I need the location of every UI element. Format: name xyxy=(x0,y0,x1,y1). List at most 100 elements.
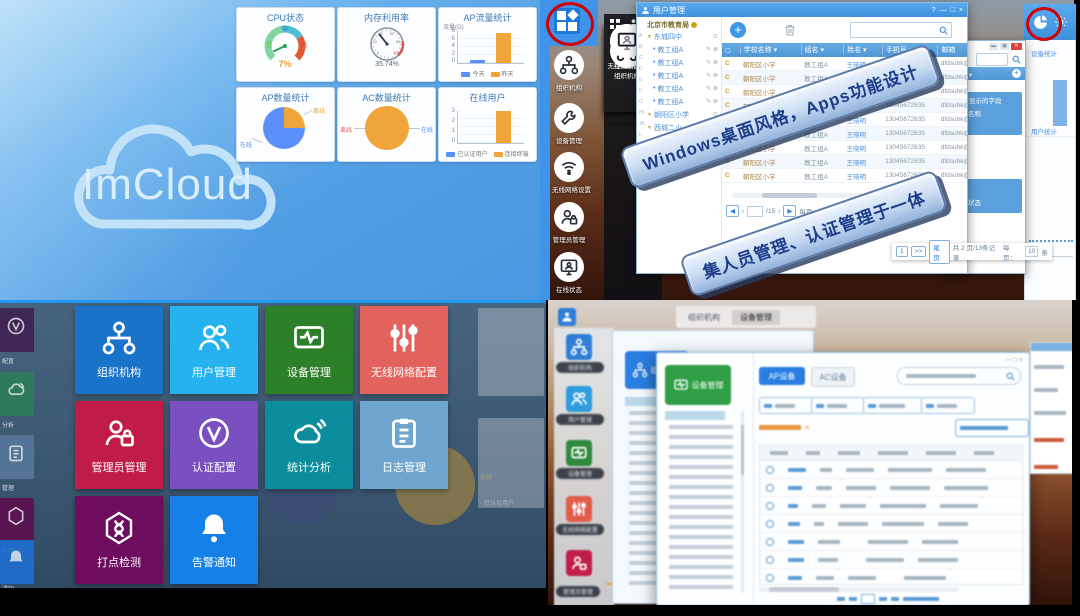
dna-hexagon-icon xyxy=(101,510,137,546)
desktop-icon-online[interactable]: 在线状态 xyxy=(552,252,586,294)
vertical-scrollbar[interactable] xyxy=(741,411,744,593)
window-title: 用户管理 xyxy=(653,5,685,16)
stats-item-device[interactable]: 设备统计 xyxy=(1025,40,1075,58)
add-column-icon[interactable]: + xyxy=(1012,69,1021,78)
search-icon[interactable] xyxy=(1012,55,1021,64)
sidebar-icon-users[interactable] xyxy=(566,386,592,412)
search-icon[interactable] xyxy=(1006,372,1015,381)
per-page-input[interactable]: 10 xyxy=(1025,246,1039,257)
sidebar-icon-wireless[interactable] xyxy=(566,496,592,522)
tile-probe[interactable]: 打点检测 xyxy=(75,496,163,584)
sidebar-icon-devices[interactable] xyxy=(566,440,592,466)
device-search-input[interactable] xyxy=(897,367,1021,385)
search-input[interactable] xyxy=(850,22,952,38)
device-panel-header[interactable]: 设备管理 xyxy=(665,365,731,405)
tab-devices[interactable]: 设备管理 xyxy=(732,310,780,325)
last-page-button[interactable]: ▶ xyxy=(783,205,796,217)
tree-leaf[interactable]: •教工组A✎⊗ xyxy=(637,69,721,82)
ac-devices-button[interactable]: AC设备 xyxy=(811,367,855,387)
partial-tile[interactable] xyxy=(0,308,34,352)
device-table-header[interactable] xyxy=(760,446,1022,461)
tile-logs[interactable]: 日志管理 xyxy=(360,401,448,489)
action-button[interactable] xyxy=(811,397,865,414)
svg-text:0: 0 xyxy=(377,51,379,55)
tab-org[interactable]: 组织机构 xyxy=(680,310,728,325)
tree-leaf[interactable]: •教工组A✎⊗ xyxy=(637,82,721,95)
pie-label-online: 在线 xyxy=(421,125,433,134)
device-row[interactable] xyxy=(760,515,1022,533)
delete-users-icon[interactable] xyxy=(784,23,796,37)
partial-tile-label: 分析 xyxy=(2,420,14,429)
minimize-button[interactable]: — xyxy=(940,7,947,14)
ap-devices-button[interactable]: AP设备 xyxy=(759,367,805,385)
selected-filter-note[interactable]: × xyxy=(759,423,810,432)
partial-tile[interactable] xyxy=(0,540,34,584)
action-button[interactable] xyxy=(759,397,813,414)
next-pages-button[interactable]: >> xyxy=(911,246,927,257)
search-input[interactable] xyxy=(976,53,1008,66)
action-button[interactable] xyxy=(863,397,923,414)
last-page-button[interactable]: 尾页 xyxy=(929,240,950,264)
tile-org[interactable]: 组织机构 xyxy=(75,306,163,394)
tree-selection[interactable] xyxy=(665,411,725,420)
device-row[interactable] xyxy=(760,551,1022,569)
delete-icon[interactable]: ⊗ xyxy=(713,46,718,53)
edit-icon[interactable]: ✎ xyxy=(706,46,711,53)
faded-widget xyxy=(478,308,544,396)
edge-bar xyxy=(1072,300,1080,616)
tile-admins[interactable]: 管理员管理 xyxy=(75,401,163,489)
horizontal-scrollbar[interactable] xyxy=(759,587,959,592)
device-tree-rows[interactable] xyxy=(669,425,733,593)
tree-leaf[interactable]: •教工组A✎⊗ xyxy=(637,43,721,56)
device-row[interactable] xyxy=(760,569,1022,586)
device-row[interactable] xyxy=(760,461,1022,479)
partial-tile[interactable] xyxy=(0,498,34,542)
action-button[interactable] xyxy=(921,397,975,414)
page-number[interactable]: 1 xyxy=(896,246,908,257)
partial-tile-label: 配置 xyxy=(2,356,14,365)
sidebar-icon-org[interactable] xyxy=(566,334,592,360)
tree-leaf[interactable]: •教工组A✎⊗ xyxy=(637,56,721,69)
desktop-icon-admin[interactable]: 管理员管理 xyxy=(552,202,586,244)
desktop-icon-org[interactable]: 组织机构 xyxy=(552,50,586,92)
tile-statistics[interactable]: 统计分析 xyxy=(265,401,353,489)
sidebar-icon-admins[interactable] xyxy=(566,550,592,576)
tile-auth-config[interactable]: 认证配置 xyxy=(170,401,258,489)
maximize-button[interactable]: ▣ xyxy=(1000,43,1009,50)
close-button[interactable]: ✕ xyxy=(1011,43,1022,50)
y-tick: 3 xyxy=(441,108,455,114)
prev-page[interactable]: ‹ xyxy=(742,208,744,215)
desktop-icon-wireless[interactable]: 无线网络设置 xyxy=(552,152,586,194)
window-controls[interactable]: ─ □ × xyxy=(1006,357,1023,364)
logo-text: ImCloud xyxy=(82,160,253,210)
device-row[interactable] xyxy=(760,479,1022,497)
bottom-bar xyxy=(548,605,1080,616)
tile-devices[interactable]: 设备管理 xyxy=(265,306,353,394)
tile-users[interactable]: 用户管理 xyxy=(170,306,258,394)
help-button[interactable]: ? xyxy=(932,7,936,14)
page-input[interactable] xyxy=(747,206,763,217)
maximize-button[interactable]: □ xyxy=(951,7,955,14)
device-row[interactable] xyxy=(760,497,1022,515)
device-row[interactable] xyxy=(760,533,1022,551)
next-page[interactable]: › xyxy=(778,208,780,215)
search-icon[interactable] xyxy=(939,26,948,35)
tile-alerts[interactable]: 告警通知 xyxy=(170,496,258,584)
partial-tile[interactable] xyxy=(0,435,34,479)
tree-root[interactable]: 北京市教育局 xyxy=(637,17,721,30)
table-row[interactable]: C朝阳区小学教工组A王晓明13045672635dfdsuhk@ xyxy=(722,155,967,169)
add-user-button[interactable]: + xyxy=(730,22,746,38)
close-button[interactable]: × xyxy=(959,7,963,14)
app-icon[interactable] xyxy=(558,308,576,326)
tile-wireless-config[interactable]: 无线网络配置 xyxy=(360,306,448,394)
sync-button[interactable] xyxy=(955,419,1029,437)
device-pager[interactable] xyxy=(837,594,939,604)
desktop-icon-device[interactable]: 设备管理 xyxy=(552,103,586,145)
stats-item-user[interactable]: 用户统计 xyxy=(1025,58,1075,136)
minimize-button[interactable]: ▬ xyxy=(989,43,998,50)
tree-leaf[interactable]: •教工组A✎⊗ xyxy=(637,95,721,108)
tree-group[interactable]: ▼东城四中⊙ xyxy=(637,30,721,43)
window-titlebar[interactable]: 用户管理 ? — □ × xyxy=(637,3,967,17)
partial-tile[interactable] xyxy=(0,372,34,416)
first-page-button[interactable]: ◀ xyxy=(726,205,739,217)
